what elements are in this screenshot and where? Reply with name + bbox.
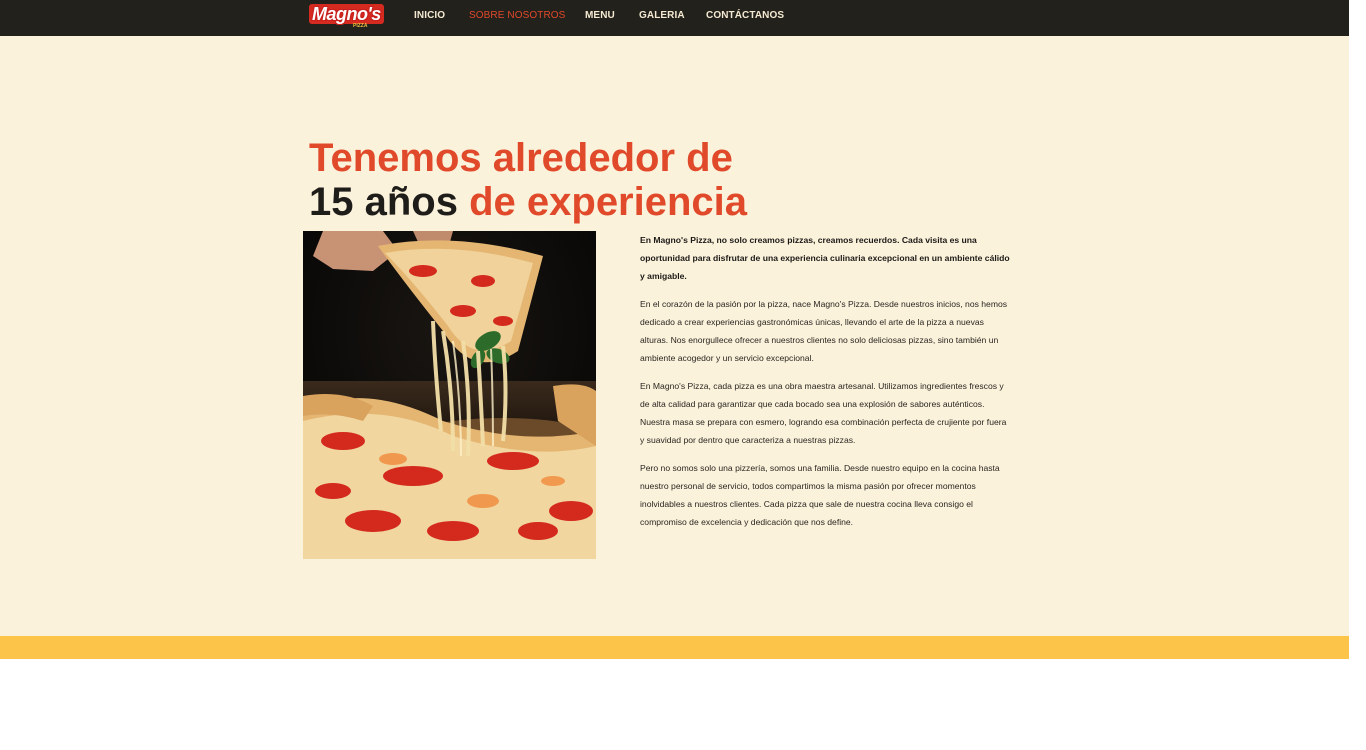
- top-navbar: Magno's PIZZA INICIO SOBRE NOSOTROS MENU…: [0, 0, 1349, 36]
- about-paragraph-4: Pero no somos solo una pizzería, somos u…: [640, 463, 1000, 527]
- page-bottom-area: [0, 659, 1366, 750]
- nav-link-galeria[interactable]: GALERIA: [639, 10, 685, 21]
- nav-link-sobre-nosotros[interactable]: SOBRE NOSOTROS: [469, 10, 565, 21]
- heading-experience: de experiencia: [469, 180, 748, 224]
- about-paragraph-1: En Magno's Pizza, no solo creamos pizzas…: [640, 235, 1010, 281]
- heading-years: 15 años: [309, 180, 458, 224]
- heading-line-1: Tenemos alrededor de: [309, 136, 733, 180]
- about-paragraph-2: En el corazón de la pasión por la pizza,…: [640, 299, 1008, 363]
- pizza-slice-photo: [303, 231, 596, 559]
- brand-logo-text: Magno's: [309, 4, 384, 24]
- nav-link-menu[interactable]: MENU: [585, 10, 615, 21]
- brand-logo-subtext: PIZZA: [353, 23, 368, 29]
- nav-link-contactanos[interactable]: CONTÁCTANOS: [706, 10, 784, 21]
- about-heading: Tenemos alrededor de 15 años de experien…: [309, 136, 747, 224]
- about-paragraph-3: En Magno's Pizza, cada pizza es una obra…: [640, 381, 1007, 445]
- footer-band: [0, 636, 1349, 659]
- nav-link-inicio[interactable]: INICIO: [414, 10, 445, 21]
- about-text: En Magno's Pizza, no solo creamos pizzas…: [640, 231, 1010, 541]
- brand-logo[interactable]: Magno's PIZZA: [309, 4, 384, 29]
